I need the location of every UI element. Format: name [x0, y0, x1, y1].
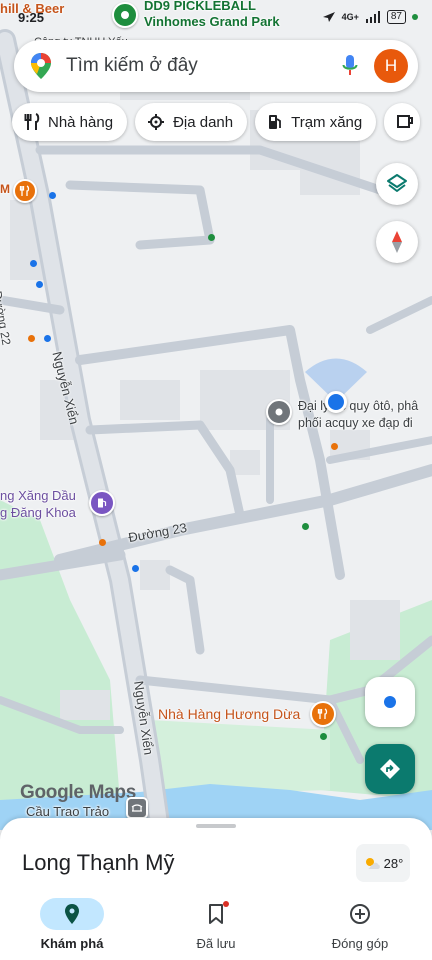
sheet-handle[interactable] [196, 824, 236, 828]
landmark-icon [148, 114, 165, 130]
explore-pin-icon [65, 904, 79, 924]
status-icons: 4G+ 87 [322, 10, 418, 24]
bottom-navigation: Khám phá Đã lưu Đóng góp [0, 890, 432, 960]
gas-station-icon [269, 115, 282, 129]
restaurant-pin-icon[interactable] [13, 179, 37, 203]
avatar[interactable]: H [374, 49, 408, 83]
poi-dai-ly-line1[interactable]: Đại lý ắc quy ôtô, phâ [298, 398, 418, 414]
restaurant-pin-icon[interactable] [310, 701, 336, 727]
search-input[interactable]: Tìm kiếm ở đây [66, 55, 342, 77]
layers-button[interactable] [376, 163, 418, 205]
temperature: 28° [383, 855, 404, 871]
poi-dot[interactable] [331, 443, 338, 450]
poi-dot[interactable] [49, 192, 56, 199]
chip-gas-stations[interactable]: Trạm xăng [255, 103, 377, 141]
compass-button[interactable] [376, 221, 418, 263]
signal-icon [365, 11, 380, 23]
poi-dot[interactable] [302, 523, 309, 530]
microphone-icon[interactable] [342, 54, 358, 78]
bridge-pin-icon[interactable] [126, 797, 148, 819]
poi-m-fragment: M [0, 182, 10, 196]
compass-icon [392, 231, 402, 253]
status-dot-icon [412, 14, 418, 20]
chip-restaurants[interactable]: Nhà hàng [12, 103, 128, 141]
nav-label: Khám phá [40, 936, 104, 951]
nav-contribute-icon-wrap [328, 898, 392, 930]
location-pin-icon[interactable] [266, 399, 292, 425]
chip-label: Trạm xăng [291, 113, 363, 131]
poi-dot[interactable] [208, 234, 215, 241]
chip-label: Địa danh [173, 113, 234, 131]
status-time: 9:25 [18, 10, 45, 25]
poi-dot[interactable] [44, 335, 51, 342]
poi-dot[interactable] [132, 565, 139, 572]
directions-icon [380, 759, 400, 779]
poi-dot[interactable] [99, 539, 106, 546]
directions-button[interactable] [365, 744, 415, 794]
status-bar: 9:25 4G+ 87 [0, 0, 432, 34]
chip-cafe[interactable] [384, 103, 421, 141]
poi-gas-line1[interactable]: ng Xăng Dầu [0, 488, 76, 504]
weather-badge[interactable]: 28° [356, 844, 410, 882]
chip-label: Nhà hàng [48, 113, 114, 131]
poi-dot[interactable] [28, 335, 35, 342]
poi-dai-ly-line2[interactable]: phối acquy xe đạp đi [298, 415, 413, 431]
my-location-button[interactable] [365, 677, 415, 727]
layers-icon [387, 174, 407, 192]
add-circle-icon [350, 904, 370, 924]
nav-explore[interactable]: Khám phá [0, 890, 144, 960]
google-maps-pin-icon [31, 53, 51, 79]
search-bar[interactable]: Tìm kiếm ở đây H [14, 40, 418, 92]
battery-indicator: 87 [386, 10, 406, 24]
bookmark-icon [209, 904, 223, 924]
poi-dot[interactable] [36, 281, 43, 288]
google-maps-logo: Google Maps [20, 782, 136, 803]
map-canvas[interactable]: hill & Beer DD9 PICKLEBALL Vinhomes Gran… [0, 0, 432, 960]
nav-saved[interactable]: Đã lưu [144, 890, 288, 960]
category-chips: Nhà hàng Địa danh Trạm xăng [12, 103, 421, 141]
poi-gas-line2[interactable]: g Đăng Khoa [0, 505, 76, 521]
nav-label: Đã lưu [196, 936, 236, 951]
partly-cloudy-icon [365, 858, 380, 869]
place-title: Long Thạnh Mỹ [22, 850, 175, 875]
nav-saved-icon-wrap [184, 898, 248, 930]
poi-restaurant-label[interactable]: Nhà Hàng Hương Dừa [158, 706, 300, 722]
coffee-cup-icon [397, 115, 414, 128]
chip-landmarks[interactable]: Địa danh [135, 103, 248, 141]
fork-knife-icon [24, 113, 40, 130]
my-location-icon [384, 696, 396, 708]
notification-dot [223, 901, 229, 907]
poi-dot[interactable] [320, 733, 327, 740]
current-location-dot [325, 391, 347, 413]
gas-station-pin-icon[interactable] [89, 490, 115, 516]
poi-dot[interactable] [30, 260, 37, 267]
nav-contribute[interactable]: Đóng góp [288, 890, 432, 960]
network-type: 4G+ [341, 12, 359, 22]
nav-explore-icon-wrap [40, 898, 104, 930]
location-arrow-icon [322, 12, 335, 22]
nav-label: Đóng góp [331, 936, 389, 951]
